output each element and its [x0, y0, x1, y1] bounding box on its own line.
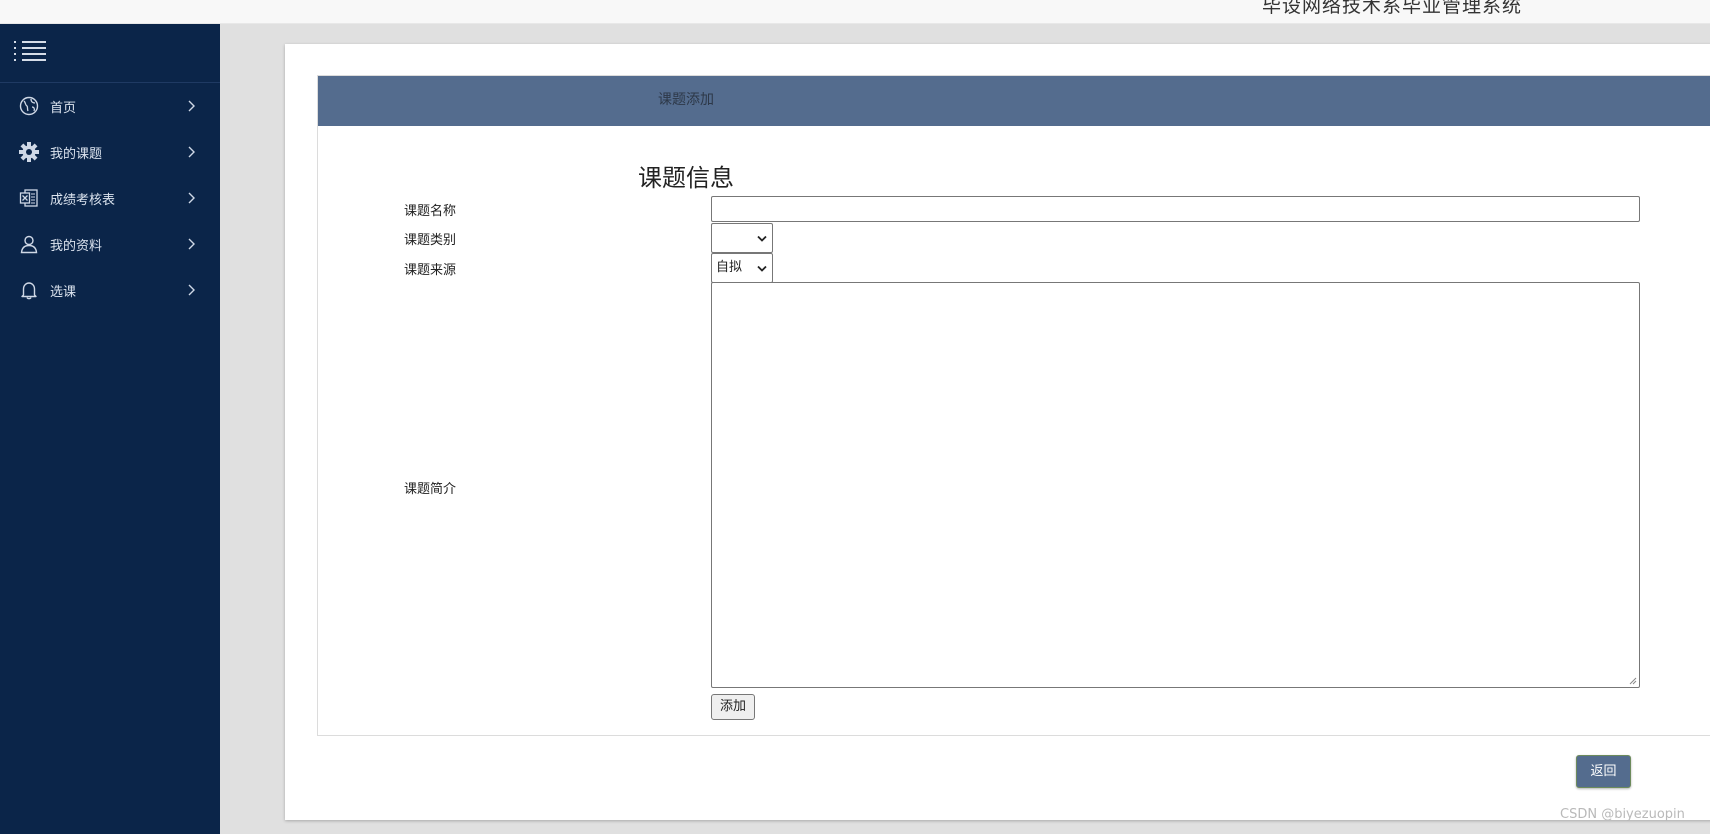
- chevron-right-icon: [188, 284, 195, 296]
- content-card: 课题添加 课题信息 课题名称 课题类别 课题来源 自拟 课题简介 添加 返回: [285, 44, 1710, 820]
- topic-intro-textarea[interactable]: [711, 282, 1640, 688]
- sidebar-item-my-topics[interactable]: 我的课题: [0, 129, 220, 175]
- chevron-down-icon: [757, 265, 767, 272]
- gear-icon: [18, 141, 40, 163]
- topic-source-label: 课题来源: [404, 263, 457, 278]
- topic-source-value: 自拟: [716, 260, 743, 275]
- form-title: 课题信息: [638, 164, 734, 192]
- sidebar-item-course-selection[interactable]: 选课: [0, 267, 220, 313]
- sidebar-item-label: 我的资料: [50, 238, 103, 254]
- return-button[interactable]: 返回: [1576, 755, 1631, 788]
- sidebar-item-label: 我的课题: [50, 146, 103, 162]
- sidebar-item-home[interactable]: 首页: [0, 83, 220, 129]
- system-title: 毕设网络技术系毕业管理系统: [1262, 0, 1523, 17]
- watermark: CSDN @biyezuopin: [1560, 807, 1685, 822]
- sidebar-item-grade-sheet[interactable]: 成绩考核表: [0, 175, 220, 221]
- topic-name-label: 课题名称: [404, 204, 457, 219]
- topic-intro-label: 课题简介: [404, 482, 457, 497]
- chevron-right-icon: [188, 192, 195, 204]
- sidebar-item-label: 成绩考核表: [50, 192, 116, 208]
- sidebar: 首页 我的课题 成绩考核表 我的资料 选课: [0, 24, 220, 834]
- sidebar-item-my-profile[interactable]: 我的资料: [0, 221, 220, 267]
- sidebar-item-label: 选课: [50, 284, 77, 300]
- topic-add-panel: 课题添加 课题信息 课题名称 课题类别 课题来源 自拟 课题简介 添加: [317, 75, 1710, 736]
- chevron-right-icon: [188, 146, 195, 158]
- top-bar: 毕设网络技术系毕业管理系统: [0, 0, 1710, 24]
- excel-file-icon: [18, 187, 40, 209]
- user-icon: [18, 233, 40, 255]
- chevron-right-icon: [188, 100, 195, 112]
- chevron-right-icon: [188, 238, 195, 250]
- chevron-down-icon: [757, 235, 767, 242]
- panel-header: 课题添加: [318, 76, 1710, 126]
- globe-icon: [18, 95, 40, 117]
- menu-toggle-icon[interactable]: [14, 38, 46, 64]
- sidebar-item-label: 首页: [50, 100, 77, 116]
- topic-source-select[interactable]: 自拟: [711, 253, 773, 283]
- topic-category-select[interactable]: [711, 223, 773, 253]
- bell-icon: [18, 279, 40, 301]
- add-button[interactable]: 添加: [711, 694, 755, 720]
- resize-grip-icon[interactable]: [1627, 675, 1637, 685]
- topic-name-input[interactable]: [711, 196, 1640, 222]
- topic-category-label: 课题类别: [404, 233, 457, 248]
- panel-header-title: 课题添加: [658, 92, 714, 108]
